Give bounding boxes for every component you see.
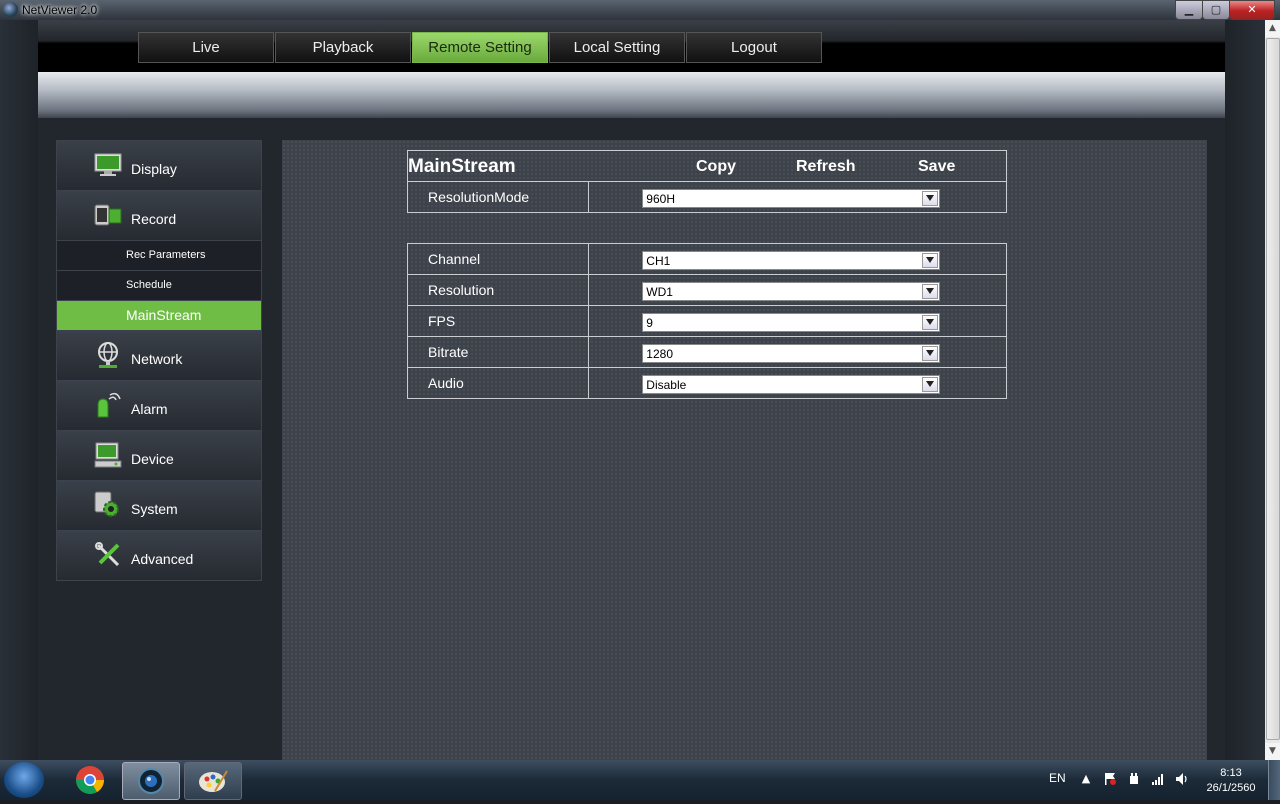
clock-time: 8:13 [1220, 767, 1242, 779]
system-clock[interactable]: 8:13 26/1/2560 [1200, 766, 1262, 796]
resolution-mode-row: ResolutionMode 960H [406, 181, 1007, 213]
alarm-icon [97, 392, 121, 418]
sidebar-item-label: Display [131, 161, 177, 177]
language-indicator[interactable]: EN [1049, 771, 1066, 785]
vertical-scrollbar[interactable]: ▲ ▼ [1265, 20, 1280, 760]
select-value: 9 [646, 316, 653, 330]
chevron-down-icon [922, 253, 939, 268]
copy-button[interactable]: Copy [696, 158, 736, 176]
taskbar-netviewer-button[interactable] [122, 762, 180, 800]
select-value: Disable [646, 378, 687, 392]
sidebar-item-record[interactable]: Record [56, 190, 262, 240]
sidebar-item-system[interactable]: System [56, 480, 262, 530]
sidebar-item-label: Network [131, 351, 183, 367]
sidebar-subitem-schedule[interactable]: Schedule [56, 270, 262, 300]
field-label: Bitrate [406, 336, 590, 368]
show-hidden-icons-button[interactable]: ▲ [1079, 772, 1093, 786]
scrollbar-thumb[interactable] [1266, 38, 1280, 740]
scroll-down-button[interactable]: ▼ [1265, 743, 1280, 760]
scroll-up-button[interactable]: ▲ [1265, 20, 1280, 37]
taskbar-chrome-button[interactable] [62, 762, 118, 798]
netviewer-icon [138, 768, 164, 794]
select-value: 960H [646, 192, 675, 206]
tab-logout[interactable]: Logout [686, 32, 822, 63]
content-panel: MainStream Copy Refresh Save ResolutionM… [282, 140, 1207, 760]
sidebar-item-advanced[interactable]: Advanced [56, 530, 262, 581]
window-title: NetViewer 2.0 [22, 3, 98, 17]
window-frame-left [0, 20, 38, 760]
sidebar-item-label: Device [131, 451, 174, 467]
show-desktop-button[interactable] [1268, 760, 1280, 800]
field-label: Channel [406, 243, 590, 275]
power-plug-icon[interactable] [1127, 772, 1141, 786]
action-center-flag-icon[interactable] [1103, 772, 1117, 786]
page-title: MainStream [408, 156, 516, 177]
field-label: ResolutionMode [406, 181, 590, 213]
sidebar-item-label: Advanced [131, 551, 194, 567]
field-label: FPS [406, 305, 590, 337]
system-gear-icon [94, 491, 119, 517]
network-signal-icon[interactable] [1151, 772, 1165, 786]
save-button[interactable]: Save [918, 158, 955, 176]
fps-select[interactable]: 9 [642, 313, 941, 332]
field-label: Resolution [406, 274, 590, 306]
sidebar-item-alarm[interactable]: Alarm [56, 380, 262, 430]
select-value: WD1 [646, 285, 673, 299]
table-row: Channel CH1 [406, 243, 1007, 275]
chevron-down-icon [922, 191, 939, 206]
table-row: Resolution WD1 [406, 274, 1007, 306]
mainstream-header-table: MainStream Copy Refresh Save ResolutionM… [406, 150, 1007, 213]
header-band [38, 72, 1225, 118]
channel-select[interactable]: CH1 [642, 251, 941, 270]
sidebar-item-network[interactable]: Network [56, 330, 262, 380]
refresh-button[interactable]: Refresh [796, 158, 856, 176]
clock-date: 26/1/2560 [1206, 782, 1256, 794]
select-value: CH1 [646, 254, 671, 268]
minimize-button[interactable]: ▁ [1175, 0, 1203, 20]
sidebar-item-label: System [131, 501, 178, 517]
device-icon [94, 442, 122, 468]
record-icon [94, 204, 122, 226]
select-value: 1280 [646, 347, 673, 361]
tools-icon [95, 542, 120, 567]
sidebar: Display Record Rec Parameters Schedule M… [56, 140, 262, 581]
table-row: FPS 9 [406, 305, 1007, 337]
chevron-down-icon [922, 346, 939, 361]
mainstream-settings-table: Channel CH1 Resolution WD1 FPS 9 Bitrate… [406, 243, 1007, 399]
monitor-icon [94, 153, 122, 176]
window-frame-right [1225, 20, 1265, 760]
sidebar-subitem-mainstream[interactable]: MainStream [56, 300, 262, 330]
chevron-down-icon [922, 377, 939, 392]
volume-icon[interactable] [1175, 772, 1189, 786]
resolution-mode-select[interactable]: 960H [642, 189, 941, 208]
sidebar-item-label: Record [131, 211, 177, 227]
sidebar-subitem-rec-parameters[interactable]: Rec Parameters [56, 240, 262, 270]
bitrate-select[interactable]: 1280 [642, 344, 941, 363]
start-button[interactable] [4, 762, 44, 798]
chevron-down-icon [922, 315, 939, 330]
sidebar-item-device[interactable]: Device [56, 430, 262, 480]
tab-live[interactable]: Live [138, 32, 274, 63]
maximize-button[interactable]: ▢ [1202, 0, 1230, 20]
audio-select[interactable]: Disable [642, 375, 941, 394]
field-label: Audio [406, 367, 590, 399]
paint-icon [199, 770, 228, 792]
tab-remote-setting[interactable]: Remote Setting [412, 32, 548, 63]
tab-playback[interactable]: Playback [275, 32, 411, 63]
table-row: Bitrate 1280 [406, 336, 1007, 368]
tab-local-setting[interactable]: Local Setting [549, 32, 685, 63]
chrome-icon [76, 766, 104, 794]
main-nav: Live Playback Remote Setting Local Setti… [138, 32, 823, 63]
chevron-down-icon [922, 284, 939, 299]
sidebar-item-label: Alarm [131, 401, 168, 417]
close-button[interactable]: ✕ [1229, 0, 1275, 20]
table-row: Audio Disable [406, 367, 1007, 399]
window-titlebar: NetViewer 2.0 ▁ ▢ ✕ [0, 0, 1280, 20]
network-icon [98, 342, 118, 368]
taskbar-paint-button[interactable] [184, 762, 242, 800]
sidebar-item-display[interactable]: Display [56, 140, 262, 190]
resolution-select[interactable]: WD1 [642, 282, 941, 301]
app-logo-icon [3, 2, 18, 17]
